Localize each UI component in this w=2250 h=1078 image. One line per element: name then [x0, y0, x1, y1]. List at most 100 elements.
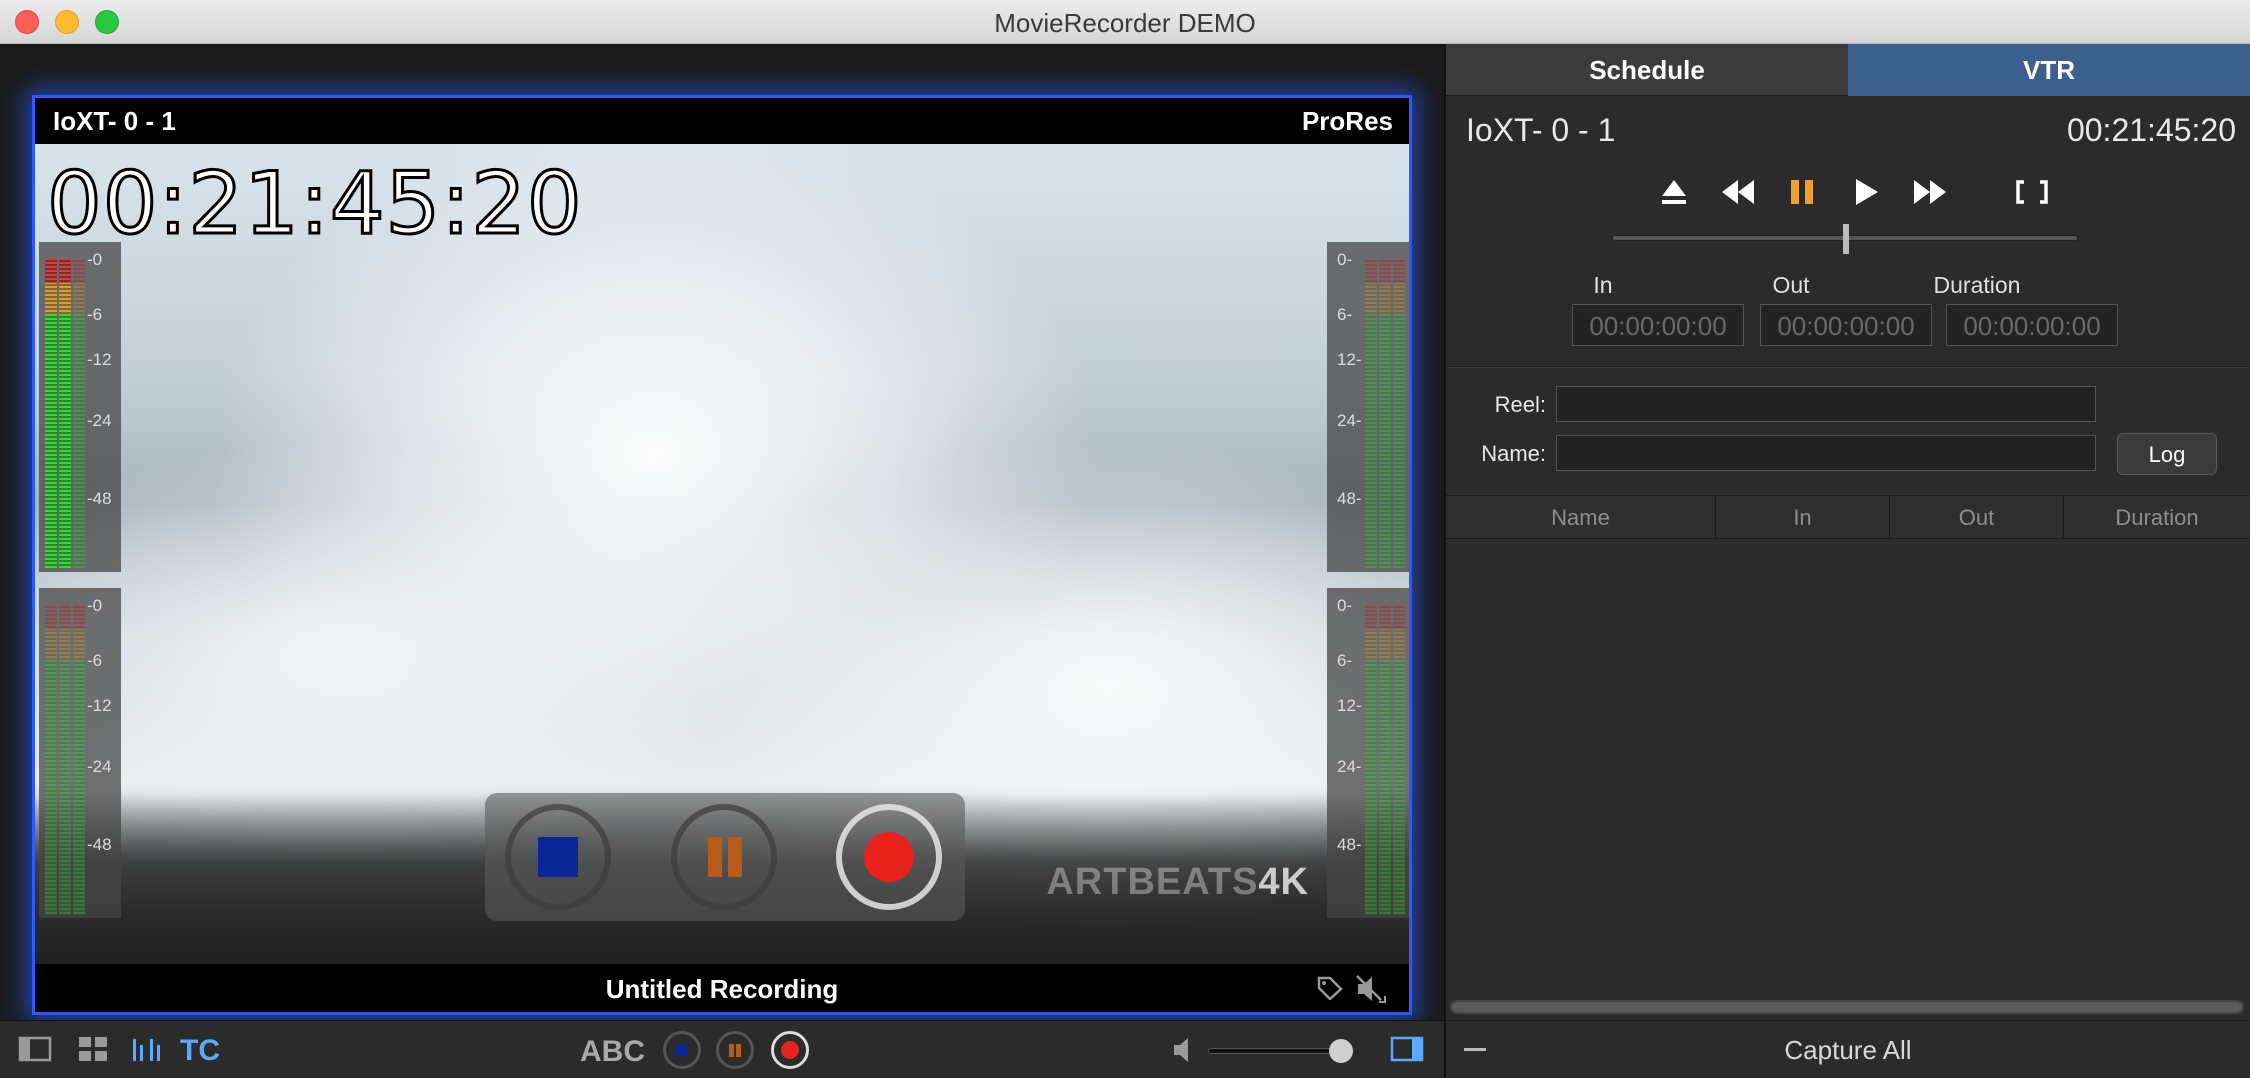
meter-bar: [1379, 258, 1391, 568]
timecode-toggle[interactable]: TC: [180, 1034, 220, 1068]
record-small-button[interactable]: [771, 1031, 809, 1069]
meter-bar: [1393, 604, 1405, 914]
tag-icon[interactable]: [1317, 976, 1343, 1000]
record-button[interactable]: [836, 804, 942, 910]
vtr-source-label: IoXT- 0 - 1: [1466, 112, 1616, 148]
column-header-in[interactable]: In: [1716, 496, 1890, 540]
meter-tick: 6-: [1337, 651, 1353, 670]
fast-forward-icon[interactable]: [1910, 172, 1950, 212]
watermark: ARTBEATS4K: [1046, 861, 1309, 904]
sidebar-toggle-icon[interactable]: [18, 1033, 52, 1065]
meter-bar: [1379, 604, 1391, 914]
log-table-header: Name In Out Duration: [1446, 495, 2250, 540]
meter-bar: [73, 258, 85, 568]
meter-tick: -24: [87, 757, 112, 776]
shuttle-knob[interactable]: [1843, 224, 1849, 254]
in-timecode-field[interactable]: 00:00:00:00: [1572, 304, 1744, 346]
meter-tick: 0-: [1337, 596, 1353, 615]
reel-label: Reel:: [1494, 392, 1546, 417]
name-label: Name:: [1481, 441, 1546, 466]
meter-bar: [45, 258, 57, 568]
column-header-out[interactable]: Out: [1890, 496, 2064, 540]
audio-meter-left-bottom: -0 -6 -12 -24 -48: [39, 588, 121, 918]
rewind-icon[interactable]: [1718, 172, 1758, 212]
panel-tabs: Schedule VTR: [1446, 44, 2250, 96]
in-out-marks-icon[interactable]: [2012, 172, 2052, 212]
meter-bar: [1393, 258, 1405, 568]
shuttle-slider[interactable]: [1612, 224, 2078, 254]
meter-tick: -0: [87, 250, 103, 269]
divider: [1446, 367, 2250, 368]
meter-tick: -6: [87, 651, 103, 670]
meter-tick: -6: [87, 305, 103, 324]
text-overlay-toggle[interactable]: ABC: [580, 1035, 645, 1069]
meter-tick: 12-: [1337, 696, 1362, 715]
meter-tick: -48: [87, 489, 112, 508]
side-panel: Schedule VTR IoXT- 0 - 1 00:21:45:20 In …: [1446, 44, 2250, 1078]
meter-tick: 24-: [1337, 411, 1362, 430]
audio-meter-right-bottom: 0- 6- 12- 24- 48-: [1327, 588, 1409, 918]
meter-tick: -12: [87, 350, 112, 369]
recording-name[interactable]: Untitled Recording: [35, 974, 1409, 1005]
meter-tick: 24-: [1337, 757, 1362, 776]
scrollbar-thumb[interactable]: [1452, 1002, 2242, 1012]
meter-bar: [59, 604, 71, 914]
log-button[interactable]: Log: [2117, 433, 2217, 475]
meter-tick: 48-: [1337, 835, 1362, 854]
tab-vtr[interactable]: VTR: [1848, 44, 2250, 96]
meter-tick: 6-: [1337, 305, 1353, 324]
meter-tick: -24: [87, 411, 112, 430]
audio-meters-icon[interactable]: [130, 1033, 164, 1065]
name-field[interactable]: [1556, 435, 2096, 471]
volume-knob[interactable]: [1329, 1039, 1353, 1063]
meter-tick: -48: [87, 835, 112, 854]
timecode-overlay: 00:21:45:20: [46, 153, 584, 256]
inspector-toggle-icon[interactable]: [1390, 1033, 1424, 1065]
meter-tick: 12-: [1337, 350, 1362, 369]
horizontal-scrollbar[interactable]: [1450, 1000, 2244, 1014]
out-label: Out: [1772, 272, 1810, 298]
viewer-header: IoXT- 0 - 1 ProRes: [35, 98, 1409, 144]
source-label: IoXT- 0 - 1: [53, 106, 176, 136]
column-header-name[interactable]: Name: [1446, 496, 1716, 540]
out-timecode-field[interactable]: 00:00:00:00: [1760, 304, 1932, 346]
stop-button[interactable]: [505, 804, 611, 910]
viewer-footer: Untitled Recording: [35, 964, 1409, 1012]
stop-small-button[interactable]: [663, 1031, 701, 1069]
reel-field[interactable]: [1556, 386, 2096, 422]
duration-timecode-field[interactable]: 00:00:00:00: [1946, 304, 2118, 346]
vtr-timecode: 00:21:45:20: [2066, 112, 2236, 148]
meter-bar: [1365, 258, 1377, 568]
pause-small-button[interactable]: [716, 1031, 754, 1069]
pause-icon[interactable]: [1782, 172, 1822, 212]
panel-footer: Capture All: [1446, 1020, 2250, 1078]
audio-meter-right-top: 0- 6- 12- 24- 48-: [1327, 242, 1409, 572]
watermark-resolution: 4K: [1258, 861, 1309, 903]
volume-slider[interactable]: [1208, 1039, 1353, 1063]
pause-button[interactable]: [671, 804, 777, 910]
meter-tick: 0-: [1337, 250, 1353, 269]
codec-label: ProRes: [1301, 106, 1393, 136]
meter-bar: [59, 258, 71, 568]
preview-area: IoXT- 0 - 1 ProRes ARTBEATS4K 00:21:45:2…: [0, 44, 1444, 1020]
transport-overlay: [485, 793, 965, 921]
meter-tick: 48-: [1337, 489, 1362, 508]
duration-label: Duration: [1933, 272, 2021, 298]
meter-bar: [1365, 604, 1377, 914]
play-icon[interactable]: [1846, 172, 1886, 212]
eject-icon[interactable]: [1654, 172, 1694, 212]
column-header-duration[interactable]: Duration: [2064, 496, 2250, 540]
window-title: MovieRecorder DEMO: [994, 8, 1256, 38]
volume-icon: [1174, 1038, 1188, 1062]
grid-view-icon[interactable]: [76, 1033, 110, 1065]
in-label: In: [1593, 272, 1613, 298]
tab-schedule[interactable]: Schedule: [1446, 44, 1848, 96]
title-bar: MovieRecorder DEMO: [0, 0, 2250, 44]
log-table-body[interactable]: [1446, 539, 2250, 999]
meter-tick: -0: [87, 596, 103, 615]
bottom-toolbar: TC ABC: [0, 1020, 1444, 1078]
watermark-brand: ARTBEATS: [1046, 861, 1259, 903]
video-viewer[interactable]: IoXT- 0 - 1 ProRes ARTBEATS4K 00:21:45:2…: [32, 95, 1412, 1015]
capture-all-button[interactable]: Capture All: [1446, 1035, 2250, 1066]
mute-icon[interactable]: [1355, 974, 1387, 1004]
